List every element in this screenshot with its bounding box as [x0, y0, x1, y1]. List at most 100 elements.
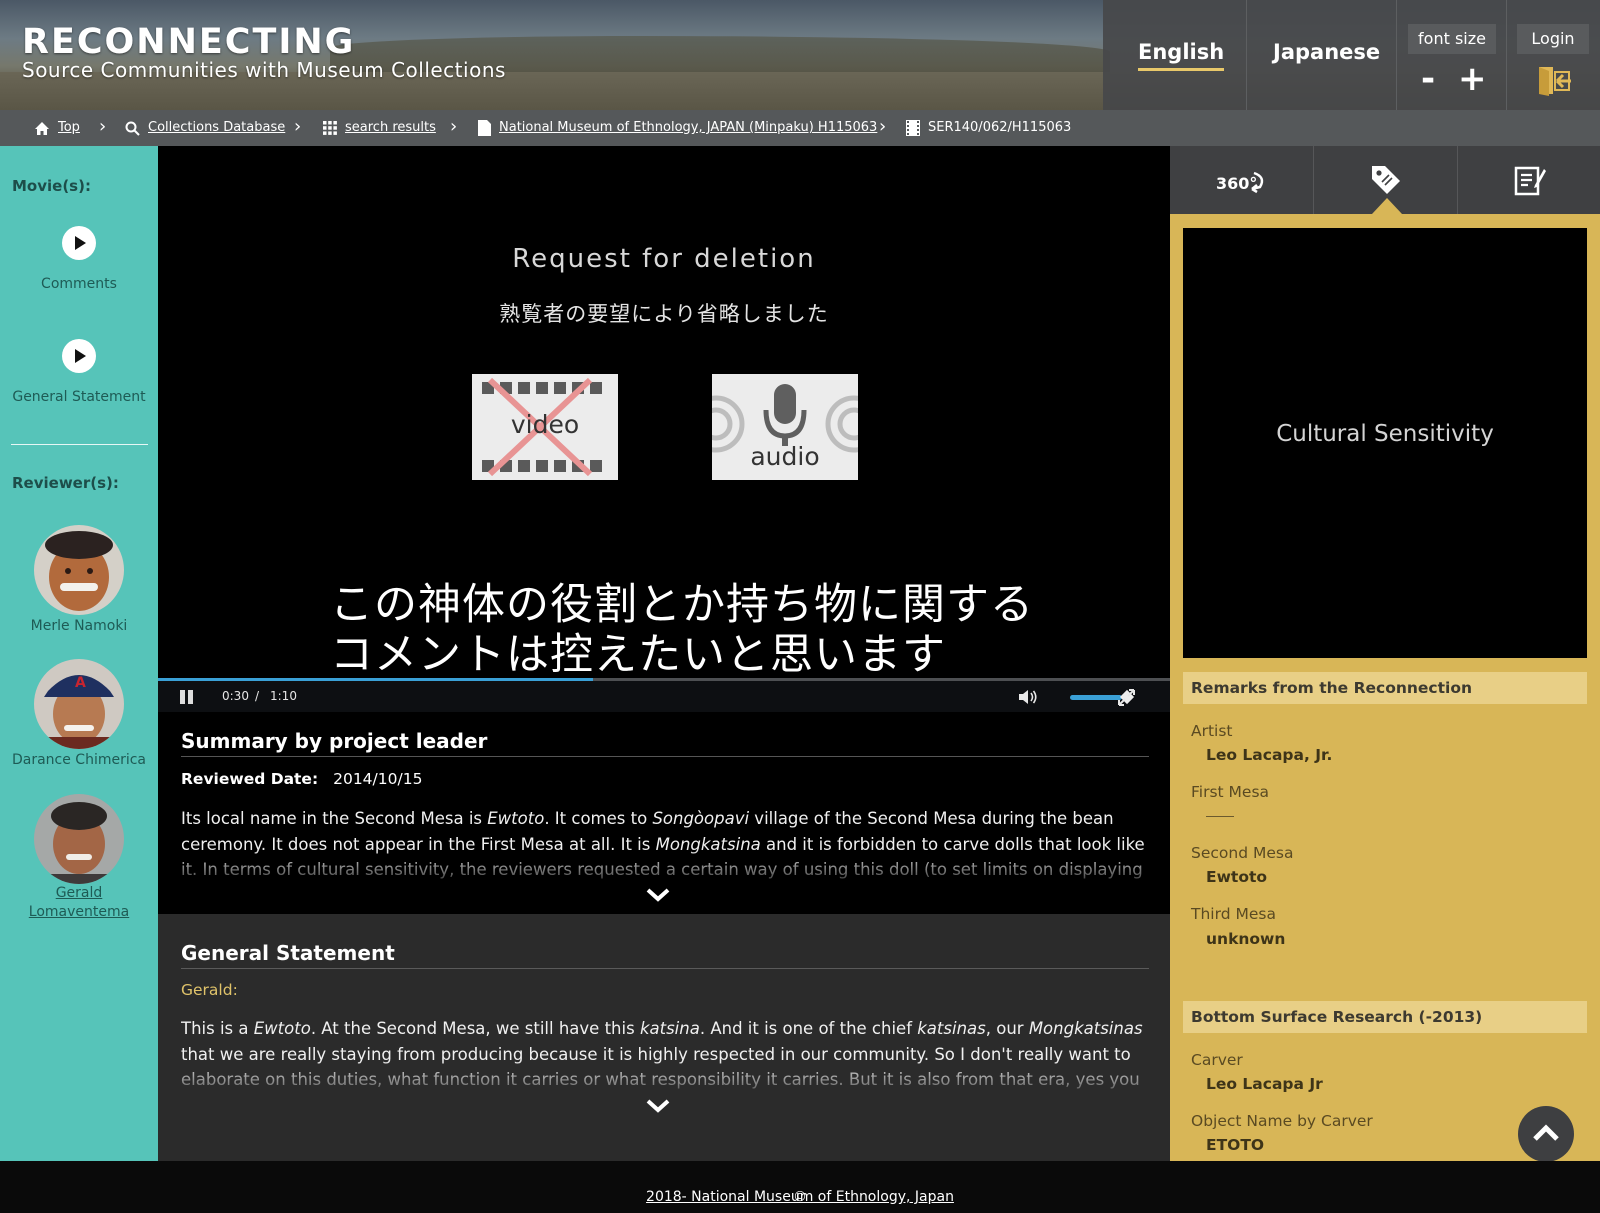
site-footer: © 2018- National Museum of Ethnology, Ja… [0, 1161, 1600, 1213]
volume-slider[interactable] [1070, 695, 1123, 700]
video-progress-bar[interactable] [158, 678, 594, 681]
bottom-label: Carver [1191, 1051, 1243, 1069]
reviewer-name[interactable]: Darance Chimerica [0, 751, 158, 770]
bottom-surface-heading: Bottom Surface Research (-2013) [1183, 1001, 1587, 1033]
duration: 1:10 [270, 689, 297, 703]
fullscreen-icon[interactable] [1118, 689, 1135, 706]
sidebar-divider [11, 444, 148, 445]
reviewer-merle-namoki[interactable]: Merle Namoki [0, 525, 158, 636]
site-title[interactable]: RECONNECTING [22, 22, 355, 62]
film-icon [906, 120, 920, 136]
audio-label: audio [750, 442, 820, 471]
breadcrumb-chevron-icon: › [99, 116, 107, 137]
login-label[interactable]: Login [1517, 24, 1589, 54]
breadcrumb-search-results-label[interactable]: search results [345, 110, 436, 146]
language-english-button[interactable]: English [1138, 40, 1225, 71]
breadcrumb-collections[interactable]: Collections Database [125, 110, 285, 146]
avatar[interactable] [34, 794, 124, 884]
svg-text:360°: 360° [1216, 174, 1257, 193]
language-japanese-button[interactable]: Japanese [1273, 40, 1380, 64]
object-info-panel: 360° Cultural Sensitivity Remarks from t… [1170, 146, 1600, 1161]
cultural-sensitivity-label: Cultural Sensitivity [1276, 421, 1494, 447]
expand-chevron-icon[interactable] [645, 1098, 671, 1114]
volume-icon[interactable] [1018, 689, 1038, 705]
deletion-notice-subtitle: 熟覧者の要望により省略しました [499, 302, 829, 326]
remark-label: Artist [1191, 722, 1233, 740]
reviewed-date: 2014/10/15 [333, 770, 423, 788]
video-label: video [510, 410, 580, 439]
caption-line-2: コメントは控えたいと思います [330, 630, 946, 678]
movie-comments-button[interactable]: Comments [0, 226, 158, 292]
login-door-icon[interactable] [1537, 66, 1573, 100]
reviewers-heading: Reviewer(s): [12, 474, 119, 492]
chevron-up-icon[interactable] [1518, 1106, 1574, 1162]
remark-label: First Mesa [1191, 783, 1270, 801]
video-removed-icon: video [472, 374, 618, 480]
panel-tabs: 360° [1170, 146, 1600, 214]
video-controls: 0:30 / 1:10 [158, 678, 1170, 712]
pause-icon[interactable] [180, 690, 194, 704]
breadcrumb-top[interactable]: Top [34, 110, 80, 146]
font-decrease-button[interactable]: - [1421, 62, 1435, 96]
breadcrumb-collections-label[interactable]: Collections Database [148, 110, 285, 146]
breadcrumb-search-results[interactable]: search results [323, 110, 436, 146]
scroll-to-top-button[interactable] [1518, 1106, 1574, 1162]
remarks-heading: Remarks from the Reconnection [1183, 672, 1587, 704]
reviewer-darance-chimerica[interactable]: A Darance Chimerica [0, 659, 158, 770]
main-content: Request for deletion 熟覧者の要望により省略しました vid… [158, 146, 1170, 1161]
tab-360-view[interactable]: 360° [1170, 146, 1313, 214]
play-icon[interactable] [62, 339, 96, 373]
bottom-value: Leo Lacapa Jr [1206, 1075, 1323, 1093]
reviewer-gerald-lomaventema[interactable]: Gerald Lomaventema [0, 794, 158, 922]
document-icon [478, 120, 491, 136]
home-icon [35, 121, 49, 135]
movies-heading: Movie(s): [12, 177, 91, 195]
reviewer-name[interactable]: Merle Namoki [0, 617, 158, 636]
caption-line-1: この神体の役割とか持ち物に関する [330, 580, 1034, 630]
grid-icon [323, 121, 337, 135]
general-statement-heading: General Statement [181, 941, 395, 965]
video-player[interactable]: Request for deletion 熟覧者の要望により省略しました vid… [158, 146, 1170, 678]
bottom-label: Object Name by Carver [1191, 1112, 1373, 1130]
font-size-label: font size [1408, 24, 1496, 54]
movie-comments-label[interactable]: Comments [0, 276, 158, 292]
remark-value: Ewtoto [1206, 868, 1268, 886]
reviewed-date-row: Reviewed Date: 2014/10/15 [181, 770, 422, 788]
site-subtitle[interactable]: Source Communities with Museum Collectio… [22, 58, 506, 82]
expand-chevron-icon[interactable] [645, 887, 671, 903]
svg-text:A: A [75, 675, 86, 691]
time-separator: / [255, 689, 260, 703]
video-caption: この神体の役割とか持ち物に関する コメントは控えたいと思います [330, 580, 1034, 678]
site-header: RECONNECTING Source Communities with Mus… [0, 0, 1600, 110]
breadcrumb-chevron-icon: › [879, 116, 887, 137]
breadcrumb-object-record-label[interactable]: National Museum of Ethnology, JAPAN (Min… [499, 110, 877, 146]
font-increase-button[interactable]: + [1458, 62, 1487, 96]
movies-sidebar: Movie(s): Comments General Statement Rev… [0, 146, 158, 1161]
summary-heading: Summary by project leader [181, 729, 488, 753]
search-icon [125, 121, 140, 136]
breadcrumb: Top › Collections Database › search resu… [0, 110, 1600, 146]
avatar[interactable] [34, 525, 124, 615]
reviewed-date-label: Reviewed Date: [181, 770, 319, 788]
notes-icon[interactable] [1513, 163, 1547, 197]
tab-notes[interactable] [1458, 146, 1600, 214]
breadcrumb-chevron-icon: › [294, 116, 302, 137]
active-tab-pointer [1372, 198, 1402, 214]
reviewer-name-link[interactable]: Gerald Lomaventema [19, 884, 139, 922]
bottom-value: ETOTO [1206, 1136, 1265, 1154]
remark-label: Third Mesa [1191, 905, 1276, 923]
movie-general-statement-label[interactable]: General Statement [0, 389, 158, 405]
breadcrumb-top-label[interactable]: Top [58, 110, 80, 146]
360-view-icon[interactable]: 360° [1214, 165, 1270, 195]
copyright-link[interactable]: 2018- National Museum of Ethnology, Japa… [0, 1189, 1600, 1205]
breadcrumb-current-film: SER140/062/H115063 [906, 110, 1071, 146]
movie-general-statement-button[interactable]: General Statement [0, 339, 158, 405]
play-icon[interactable] [62, 226, 96, 260]
breadcrumb-object-record[interactable]: National Museum of Ethnology, JAPAN (Min… [478, 110, 877, 146]
breadcrumb-chevron-icon: › [450, 116, 458, 137]
object-image-placeholder: Cultural Sensitivity [1183, 228, 1587, 658]
avatar[interactable]: A [34, 659, 124, 749]
remark-label: Second Mesa [1191, 844, 1294, 862]
breadcrumb-current-label: SER140/062/H115063 [928, 120, 1072, 135]
tag-icon[interactable] [1369, 163, 1403, 197]
